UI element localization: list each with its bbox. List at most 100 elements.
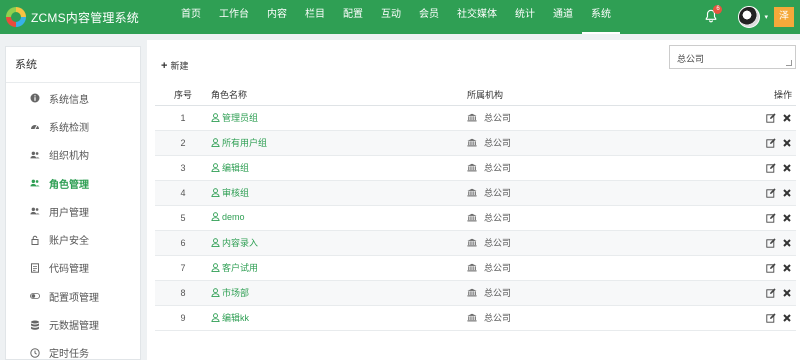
sidebar-item-label: 系统检测 bbox=[49, 122, 89, 134]
org-name: 总公司 bbox=[484, 313, 512, 323]
lock-icon bbox=[30, 235, 40, 245]
nav-item-7[interactable]: 社交媒体 bbox=[448, 0, 506, 34]
plus-icon: + bbox=[161, 59, 168, 72]
nav-item-10[interactable]: 系统 bbox=[582, 0, 620, 34]
sidebar-item-0[interactable]: 系统信息 bbox=[6, 84, 140, 112]
table-row[interactable]: 2 所有用户组 总公司 bbox=[155, 130, 796, 156]
role-link[interactable]: 内容录入 bbox=[211, 236, 258, 249]
sidebar-item-3[interactable]: 角色管理 bbox=[6, 169, 140, 197]
user-chip[interactable]: 泽 bbox=[774, 7, 794, 27]
role-link[interactable]: 编辑组 bbox=[211, 161, 249, 174]
role-link[interactable]: 所有用户组 bbox=[211, 136, 267, 149]
role-name: 市场部 bbox=[222, 288, 250, 298]
institution-icon bbox=[467, 163, 477, 172]
nav-item-6[interactable]: 会员 bbox=[410, 0, 448, 34]
sidebar-item-6[interactable]: 代码管理 bbox=[6, 254, 140, 282]
table-row[interactable]: 8 市场部 总公司 bbox=[155, 280, 796, 306]
org-filter-value: 总公司 bbox=[677, 54, 705, 64]
row-no: 3 bbox=[155, 155, 211, 181]
org-name: 总公司 bbox=[484, 263, 512, 273]
table-row[interactable]: 6 内容录入 总公司 bbox=[155, 230, 796, 256]
brand-logo-icon bbox=[6, 7, 26, 27]
nav-item-1[interactable]: 工作台 bbox=[210, 0, 258, 34]
avatar[interactable] bbox=[738, 6, 761, 28]
role-link[interactable]: 管理员组 bbox=[211, 111, 258, 124]
delete-icon[interactable] bbox=[782, 263, 792, 273]
role-link[interactable]: 审核组 bbox=[211, 186, 249, 199]
toggle-icon bbox=[30, 291, 40, 301]
org-filter-input[interactable]: 总公司 bbox=[669, 45, 796, 69]
notification-button[interactable]: 6 bbox=[704, 5, 723, 25]
delete-icon[interactable] bbox=[782, 288, 792, 298]
sidebar-item-9[interactable]: 定时任务 bbox=[6, 339, 140, 360]
sidebar-item-2[interactable]: 组织机构 bbox=[6, 141, 140, 169]
delete-icon[interactable] bbox=[782, 213, 792, 223]
nav-item-2[interactable]: 内容 bbox=[258, 0, 296, 34]
row-org-cell: 总公司 bbox=[467, 105, 743, 131]
brand[interactable]: ZCMS内容管理系统 bbox=[6, 6, 139, 28]
sidebar-item-1[interactable]: 系统检测 bbox=[6, 112, 140, 140]
nav-item-0[interactable]: 首页 bbox=[172, 0, 210, 34]
role-link[interactable]: 编辑kk bbox=[211, 311, 249, 324]
row-org-cell: 总公司 bbox=[467, 205, 743, 231]
edit-icon[interactable] bbox=[766, 263, 776, 273]
table-row[interactable]: 5 demo 总公司 bbox=[155, 205, 796, 231]
nav-item-5[interactable]: 互动 bbox=[372, 0, 410, 34]
main-panel: + 新建 总公司 序号 角色名称 所属机构 操作 1 管理员组 总公司 2 所有用户组总… bbox=[147, 40, 800, 360]
brand-title: ZCMS内容管理系统 bbox=[31, 10, 139, 25]
role-name: 编辑kk bbox=[222, 313, 250, 323]
sidebar-item-7[interactable]: 配置项管理 bbox=[6, 282, 140, 310]
table-row[interactable]: 9 编辑kk 总公司 bbox=[155, 305, 796, 331]
header-no[interactable]: 序号 bbox=[155, 85, 211, 106]
table-row[interactable]: 1 管理员组 总公司 bbox=[155, 105, 796, 131]
row-actions bbox=[743, 255, 796, 281]
delete-icon[interactable] bbox=[782, 113, 792, 123]
edit-icon[interactable] bbox=[766, 163, 776, 173]
role-link[interactable]: 市场部 bbox=[211, 286, 249, 299]
edit-icon[interactable] bbox=[766, 113, 776, 123]
edit-icon[interactable] bbox=[766, 138, 776, 148]
edit-icon[interactable] bbox=[766, 238, 776, 248]
sidebar-item-4[interactable]: 用户管理 bbox=[6, 197, 140, 225]
edit-icon[interactable] bbox=[766, 188, 776, 198]
user-icon bbox=[211, 263, 220, 272]
delete-icon[interactable] bbox=[782, 188, 792, 198]
sidebar-item-5[interactable]: 账户安全 bbox=[6, 225, 140, 253]
nav-item-8[interactable]: 统计 bbox=[506, 0, 544, 34]
org-name: 总公司 bbox=[484, 163, 512, 173]
role-link[interactable]: 客户试用 bbox=[211, 261, 258, 274]
edit-icon[interactable] bbox=[766, 288, 776, 298]
add-button-label: 新建 bbox=[170, 61, 189, 71]
institution-icon bbox=[467, 288, 477, 297]
row-name-cell: 编辑kk bbox=[211, 305, 467, 331]
add-button[interactable]: + 新建 bbox=[161, 59, 188, 72]
nav-item-4[interactable]: 配置 bbox=[334, 0, 372, 34]
org-name: 总公司 bbox=[484, 188, 512, 198]
user-icon bbox=[211, 188, 220, 197]
delete-icon[interactable] bbox=[782, 313, 792, 323]
resize-grip-icon bbox=[786, 60, 792, 66]
nav-item-3[interactable]: 栏目 bbox=[296, 0, 334, 34]
role-name: 内容录入 bbox=[222, 238, 259, 248]
row-no: 7 bbox=[155, 255, 211, 281]
institution-icon bbox=[467, 188, 477, 197]
sidebar-item-label: 用户管理 bbox=[49, 207, 89, 219]
delete-icon[interactable] bbox=[782, 138, 792, 148]
institution-icon bbox=[467, 313, 477, 322]
edit-icon[interactable] bbox=[766, 213, 776, 223]
database-icon bbox=[30, 320, 40, 330]
header-org[interactable]: 所属机构 bbox=[467, 85, 743, 106]
role-link[interactable]: demo bbox=[211, 212, 245, 222]
header-name[interactable]: 角色名称 bbox=[211, 85, 467, 106]
delete-icon[interactable] bbox=[782, 238, 792, 248]
org-name: 总公司 bbox=[484, 238, 512, 248]
chevron-down-icon[interactable]: ▾ bbox=[764, 13, 768, 21]
table-row[interactable]: 7 客户试用 总公司 bbox=[155, 255, 796, 281]
delete-icon[interactable] bbox=[782, 163, 792, 173]
sidebar-item-8[interactable]: 元数据管理 bbox=[6, 310, 140, 338]
nav-item-9[interactable]: 通道 bbox=[544, 0, 582, 34]
table-row[interactable]: 4 审核组 总公司 bbox=[155, 180, 796, 206]
table-row[interactable]: 3 编辑组 总公司 bbox=[155, 155, 796, 181]
sidebar-menu: 系统信息系统检测组织机构 角色管理用户管理账户安全 代码管理 配置项管理 元数据管理 定时… bbox=[6, 83, 140, 360]
edit-icon[interactable] bbox=[766, 313, 776, 323]
